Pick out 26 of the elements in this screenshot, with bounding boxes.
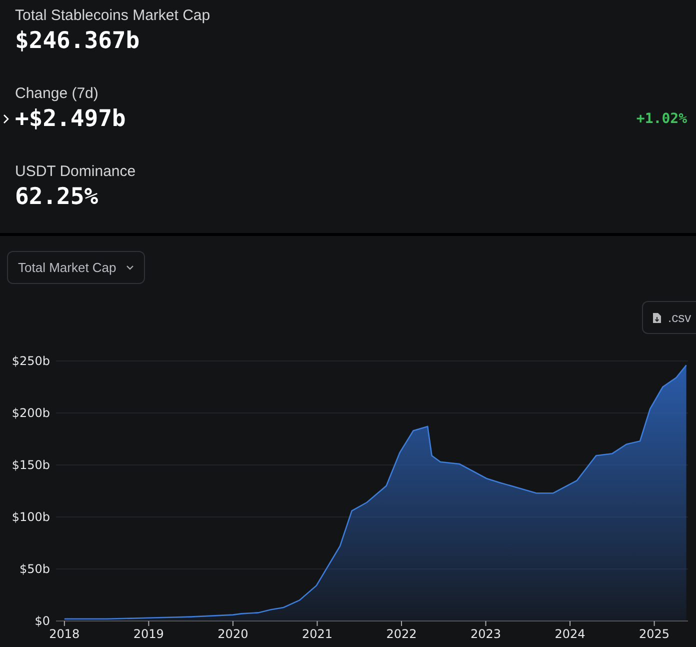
file-download-icon — [652, 312, 662, 324]
metric-dropdown[interactable]: Total Market Cap — [7, 251, 146, 284]
stat-label: USDT Dominance — [15, 162, 136, 182]
y-axis-label: $250b — [12, 354, 50, 368]
y-axis-label: $50b — [19, 562, 50, 576]
y-axis-label: $100b — [12, 510, 50, 524]
x-axis-label: 2022 — [386, 627, 417, 641]
stat-label: Total Stablecoins Market Cap — [15, 6, 210, 26]
x-axis-label: 2025 — [639, 627, 670, 641]
caret-icon — [126, 265, 134, 270]
x-axis-label: 2023 — [470, 627, 502, 641]
stat-label: Change (7d) — [15, 84, 98, 104]
stat-value: +$2.497b — [15, 105, 126, 134]
x-axis-label: 2021 — [302, 627, 332, 641]
stat-value: $246.367b — [15, 27, 140, 56]
x-axis-label: 2019 — [133, 627, 164, 641]
y-axis-label: $200b — [12, 406, 50, 420]
csv-download-button[interactable]: .csv — [642, 301, 696, 334]
x-axis-label: 2024 — [554, 627, 586, 641]
stat-value: 62.25% — [15, 183, 98, 212]
x-axis-label: 2018 — [49, 627, 80, 641]
x-axis-label: 2020 — [218, 627, 248, 641]
change-percent: +1.02% — [636, 111, 687, 127]
y-axis-label: $0 — [34, 614, 50, 628]
chevron-icon[interactable] — [3, 114, 9, 124]
y-axis-label: $150b — [12, 458, 50, 472]
